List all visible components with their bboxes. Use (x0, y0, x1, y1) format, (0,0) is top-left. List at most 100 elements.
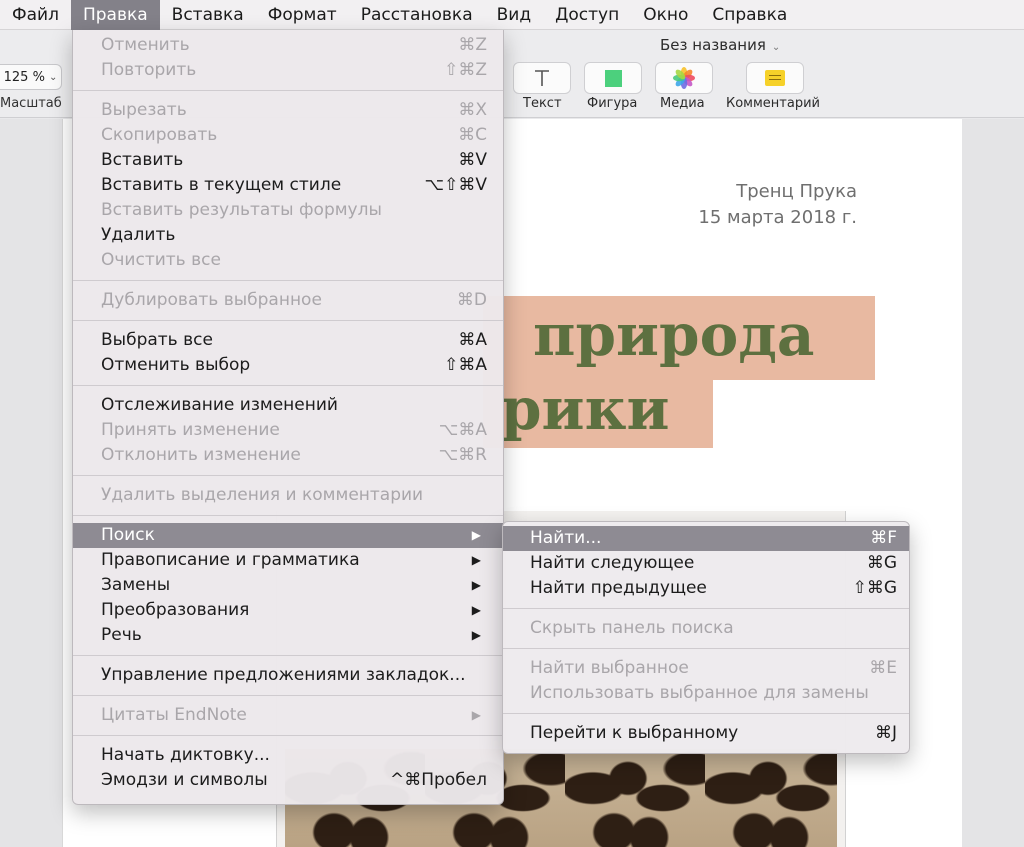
shortcut: ⌘G (866, 553, 897, 573)
menu-item-label: Найти... (530, 528, 602, 548)
menu-item-bookmarks[interactable]: Управление предложениями закладок... (73, 663, 503, 688)
submenu-arrow-icon: ▶ (471, 708, 481, 722)
menu-insert[interactable]: Вставка (160, 0, 256, 30)
menu-item-substitutions[interactable]: Замены ▶ (73, 573, 503, 598)
menu-item-label: Удалить (101, 225, 176, 245)
shortcut: ⌘D (456, 290, 487, 310)
menu-item-label: Скопировать (101, 125, 218, 145)
menu-item-paste[interactable]: Вставить ⌘V (73, 148, 503, 173)
menu-item-label: Использовать выбранное для замены (530, 683, 869, 703)
menu-edit[interactable]: Правка (70, 0, 160, 30)
submenu-item-find-next[interactable]: Найти следующее ⌘G (503, 551, 909, 576)
menu-item-label: Найти выбранное (530, 658, 689, 678)
menu-item-label: Повторить (101, 60, 197, 80)
menu-item-copy[interactable]: Скопировать ⌘C (73, 123, 503, 148)
chevron-down-icon: ⌄ (48, 71, 58, 83)
submenu-arrow-icon: ▶ (471, 578, 481, 592)
menu-bar: Файл Правка Вставка Формат Расстановка В… (0, 0, 1024, 30)
menu-item-reject-change[interactable]: Отклонить изменение ⌥⌘R (73, 443, 503, 468)
menu-file[interactable]: Файл (0, 0, 71, 30)
menu-arrange[interactable]: Расстановка (349, 0, 485, 30)
menu-item-label: Выбрать все (101, 330, 213, 350)
document-title-line[interactable]: рики (501, 375, 669, 443)
menu-item-label: Отклонить изменение (101, 445, 301, 465)
menu-item-label: Скрыть панель поиска (530, 618, 734, 638)
menu-item-clear-all[interactable]: Очистить все (73, 248, 503, 273)
menu-item-duplicate[interactable]: Дублировать выбранное ⌘D (73, 288, 503, 313)
menu-item-label: Речь (101, 625, 142, 645)
menu-item-cut[interactable]: Вырезать ⌘X (73, 98, 503, 123)
menu-item-remove-highlights[interactable]: Удалить выделения и комментарии (73, 483, 503, 508)
menu-item-label: Перейти к выбранному (530, 723, 739, 743)
text-button[interactable] (513, 62, 571, 94)
submenu-item-jump-to-selection[interactable]: Перейти к выбранному ⌘J (503, 721, 909, 746)
document-title[interactable]: Без названия ⌄ (660, 36, 780, 54)
shortcut: ⇧⌘Z (444, 60, 487, 80)
media-button-label: Медиа (660, 96, 705, 111)
media-button[interactable] (655, 62, 713, 94)
document-title-text: Без названия (660, 36, 766, 54)
menu-item-paste-match-style[interactable]: Вставить в текущем стиле ⌥⇧⌘V (73, 173, 503, 198)
shortcut: ⌘C (458, 125, 487, 145)
menu-separator (73, 735, 503, 736)
comment-button[interactable] (746, 62, 804, 94)
menu-item-label: Вырезать (101, 100, 187, 120)
zoom-label: Масштаб (0, 96, 62, 111)
menu-separator (73, 90, 503, 91)
menu-item-label: Вставить (101, 150, 184, 170)
shortcut: ⇧⌘A (444, 355, 487, 375)
submenu-item-hide-find-bar[interactable]: Скрыть панель поиска (503, 616, 909, 641)
shortcut: ⌘Z (458, 35, 487, 55)
menu-item-speech[interactable]: Речь ▶ (73, 623, 503, 648)
menu-item-redo[interactable]: Повторить ⇧⌘Z (73, 58, 503, 83)
menu-separator (73, 475, 503, 476)
shape-button-label: Фигура (587, 96, 638, 111)
zoom-value: 125 % (3, 69, 45, 85)
menu-item-emoji-symbols[interactable]: Эмодзи и символы ^⌘Пробел (73, 768, 503, 793)
zoom-select[interactable]: 125 % ⌄ (0, 64, 62, 90)
menu-item-accept-change[interactable]: Принять изменение ⌥⌘A (73, 418, 503, 443)
shape-button[interactable] (584, 62, 642, 94)
menu-window[interactable]: Окно (631, 0, 700, 30)
submenu-item-find[interactable]: Найти... ⌘F (503, 526, 909, 551)
submenu-arrow-icon: ▶ (471, 553, 481, 567)
menu-item-start-dictation[interactable]: Начать диктовку... (73, 743, 503, 768)
edit-menu-dropdown: Отменить ⌘Z Повторить ⇧⌘Z Вырезать ⌘X Скопи… (72, 30, 504, 805)
menu-item-delete[interactable]: Удалить (73, 223, 503, 248)
pages-window: Файл Правка Вставка Формат Расстановка В… (0, 0, 1024, 847)
menu-item-label: Поиск (101, 525, 155, 545)
menu-item-endnote[interactable]: Цитаты EndNote ▶ (73, 703, 503, 728)
menu-item-transformations[interactable]: Преобразования ▶ (73, 598, 503, 623)
shortcut: ⌘J (874, 723, 897, 743)
document-date: 15 марта 2018 г. (698, 207, 857, 228)
menu-item-label: Удалить выделения и комментарии (101, 485, 424, 505)
menu-help[interactable]: Справка (700, 0, 799, 30)
menu-item-spelling[interactable]: Правописание и грамматика ▶ (73, 548, 503, 573)
menu-item-label: Принять изменение (101, 420, 280, 440)
menu-item-deselect-all[interactable]: Отменить выбор ⇧⌘A (73, 353, 503, 378)
menu-format[interactable]: Формат (256, 0, 349, 30)
shortcut: ⌘E (869, 658, 897, 678)
submenu-item-find-previous[interactable]: Найти предыдущее ⇧⌘G (503, 576, 909, 601)
menu-item-label: Правописание и грамматика (101, 550, 360, 570)
submenu-item-use-selection-for-find[interactable]: Найти выбранное ⌘E (503, 656, 909, 681)
menu-view[interactable]: Вид (485, 0, 543, 30)
text-icon (535, 70, 549, 86)
shortcut: ⌥⌘A (438, 420, 487, 440)
submenu-item-use-selection-for-replace[interactable]: Использовать выбранное для замены (503, 681, 909, 706)
menu-share[interactable]: Доступ (543, 0, 631, 30)
shortcut: ⌘A (458, 330, 487, 350)
shortcut: ⌥⌘R (438, 445, 487, 465)
menu-separator (73, 515, 503, 516)
chevron-down-icon: ⌄ (771, 42, 781, 53)
menu-item-paste-formula[interactable]: Вставить результаты формулы (73, 198, 503, 223)
comment-note-icon (765, 70, 785, 86)
submenu-arrow-icon: ▶ (471, 528, 481, 542)
menu-item-track-changes[interactable]: Отслеживание изменений (73, 393, 503, 418)
menu-item-undo[interactable]: Отменить ⌘Z (73, 33, 503, 58)
menu-separator (73, 655, 503, 656)
document-title-line[interactable]: природа (533, 301, 815, 369)
menu-item-select-all[interactable]: Выбрать все ⌘A (73, 328, 503, 353)
menu-item-find[interactable]: Поиск ▶ (73, 523, 503, 548)
menu-item-label: Отменить (101, 35, 190, 55)
